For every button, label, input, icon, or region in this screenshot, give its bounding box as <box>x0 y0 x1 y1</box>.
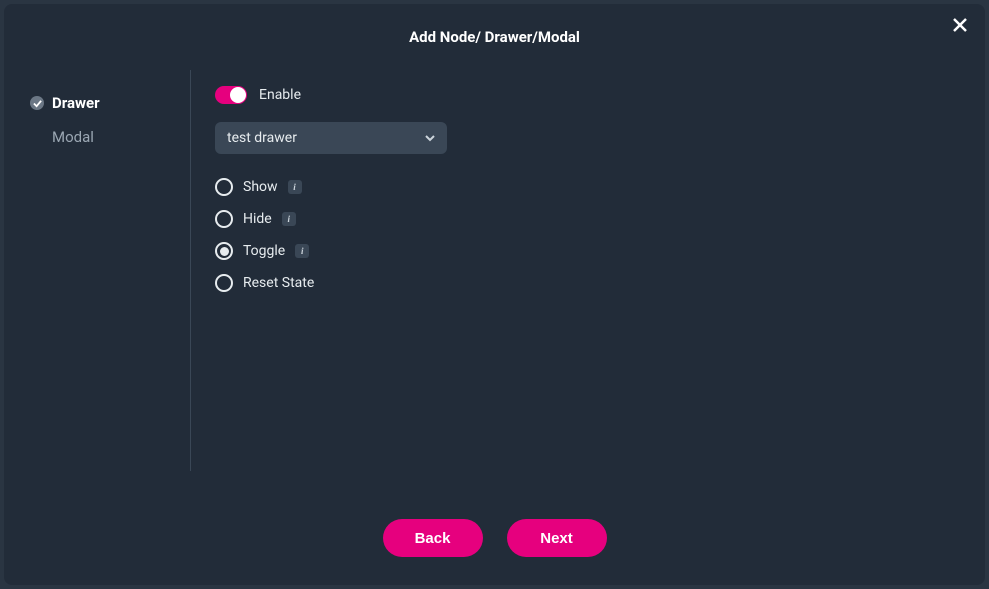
sidebar: Drawer Modal <box>4 62 190 499</box>
radio-icon <box>215 242 233 260</box>
option-toggle[interactable]: Toggle i <box>215 242 961 260</box>
option-label: Show <box>243 179 278 195</box>
select-value: test drawer <box>227 130 297 146</box>
option-reset-state[interactable]: Reset State <box>215 274 961 292</box>
next-button[interactable]: Next <box>507 519 607 557</box>
modal-body: Drawer Modal Enable test drawer Show <box>4 58 985 499</box>
enable-label: Enable <box>259 87 301 103</box>
modal-title: Add Node/ Drawer/Modal <box>4 4 985 58</box>
content-panel: Enable test drawer Show i Hide i Toggle … <box>191 62 985 499</box>
option-label: Hide <box>243 211 272 227</box>
sidebar-item-modal[interactable]: Modal <box>30 120 190 154</box>
close-button[interactable] <box>949 14 971 36</box>
sidebar-item-label: Modal <box>52 128 94 146</box>
enable-toggle[interactable] <box>215 86 247 104</box>
option-show[interactable]: Show i <box>215 178 961 196</box>
chevron-down-icon <box>425 133 435 143</box>
drawer-select[interactable]: test drawer <box>215 122 447 154</box>
info-icon[interactable]: i <box>288 180 302 194</box>
radio-icon <box>215 274 233 292</box>
info-icon[interactable]: i <box>295 244 309 258</box>
check-icon <box>30 96 44 110</box>
close-icon <box>951 16 969 34</box>
option-hide[interactable]: Hide i <box>215 210 961 228</box>
info-icon[interactable]: i <box>282 212 296 226</box>
toggle-knob <box>230 87 246 103</box>
sidebar-item-label: Drawer <box>52 94 100 112</box>
bullet-placeholder <box>30 130 44 144</box>
sidebar-item-drawer[interactable]: Drawer <box>30 86 190 120</box>
radio-icon <box>215 178 233 196</box>
back-button[interactable]: Back <box>383 519 483 557</box>
option-label: Toggle <box>243 243 285 259</box>
add-node-modal: Add Node/ Drawer/Modal Drawer Modal Enab… <box>4 4 985 585</box>
modal-footer: Back Next <box>4 499 985 585</box>
radio-icon <box>215 210 233 228</box>
option-label: Reset State <box>243 275 314 291</box>
